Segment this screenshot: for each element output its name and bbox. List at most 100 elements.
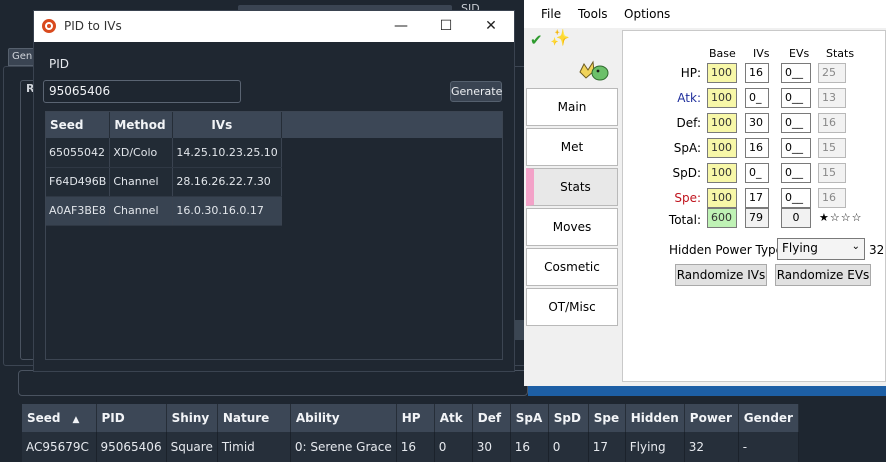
stat-label: Atk: — [677, 91, 701, 105]
ev-input-def[interactable]: 0__ — [781, 113, 811, 133]
header-ivs: IVs — [753, 47, 770, 60]
tab-ot-misc[interactable]: OT/Misc — [526, 288, 618, 326]
header-fill — [262, 112, 502, 138]
hidden-power-value: Flying — [782, 241, 818, 255]
stat-label: SpD: — [672, 166, 701, 180]
result-row-selected[interactable]: A0AF3BE8 Channel 16.0.30.16.0.17 — [46, 196, 282, 226]
result-row[interactable]: F64D496B Channel 28.16.26.22.7.30 — [46, 167, 282, 197]
ev-input-hp[interactable]: 0__ — [781, 63, 811, 83]
cell-spe: 17 — [588, 432, 626, 462]
cell-seed: AC95679C — [22, 432, 97, 462]
base-stat-hp: 100 — [707, 63, 737, 83]
legal-check-icon[interactable]: ✔ — [530, 31, 543, 49]
hidden-power-label: Hidden Power Type: — [669, 243, 788, 257]
pokemon-sprite-icon — [579, 60, 609, 81]
window-titlebar[interactable]: PID to IVs — ☐ ✕ — [34, 11, 514, 42]
column-spe[interactable]: Spe — [588, 404, 626, 432]
column-gender[interactable]: Gender — [738, 404, 799, 432]
randomize-evs-button[interactable]: Randomize EVs — [775, 264, 871, 286]
maximize-button[interactable]: ☐ — [431, 15, 461, 37]
ev-input-spd[interactable]: 0__ — [781, 163, 811, 183]
column-ability[interactable]: Ability — [290, 404, 397, 432]
app-icon — [42, 19, 56, 33]
cell-atk: 0 — [434, 432, 473, 462]
pid-input[interactable]: 95065406 — [43, 80, 241, 103]
cell-gender: - — [738, 432, 799, 462]
base-stat-spe: 100 — [707, 188, 737, 208]
result-row[interactable]: 65055042 XD/Colo 14.25.10.23.25.10 — [46, 138, 282, 168]
close-button[interactable]: ✕ — [476, 15, 506, 37]
column-seed[interactable]: Seed — [46, 112, 111, 138]
ev-input-atk[interactable]: 0__ — [781, 88, 811, 108]
cell-power: 32 — [684, 432, 739, 462]
background-field[interactable] — [18, 370, 528, 396]
menu-tools[interactable]: Tools — [578, 7, 608, 21]
tab-stats[interactable]: Stats — [526, 168, 618, 206]
column-seed[interactable]: Seed ▲ — [22, 404, 97, 432]
grid-header-row: Seed ▲ PID Shiny Nature Ability HP Atk De… — [22, 404, 799, 432]
cell-hidden: Flying — [625, 432, 685, 462]
randomize-ivs-button[interactable]: Randomize IVs — [675, 264, 767, 286]
cell-hp: 16 — [396, 432, 435, 462]
column-spd[interactable]: SpD — [548, 404, 589, 432]
base-stat-spa: 100 — [707, 138, 737, 158]
grid-row[interactable]: AC95679C 95065406 Square Timid 0: Serene… — [22, 432, 799, 462]
hidden-power-select[interactable]: Flying ⌄ — [777, 238, 865, 260]
minimize-button[interactable]: — — [386, 15, 416, 37]
potential-rating-stars: ★☆☆☆ — [819, 211, 863, 224]
menu-options[interactable]: Options — [624, 7, 670, 21]
cell-spd: 0 — [548, 432, 589, 462]
tab-met[interactable]: Met — [526, 128, 618, 166]
cell-method: Channel — [109, 167, 174, 197]
cell-method: Channel — [109, 196, 174, 226]
column-nature[interactable]: Nature — [217, 404, 291, 432]
column-shiny[interactable]: Shiny — [166, 404, 218, 432]
iv-input-atk[interactable]: 0_ — [745, 88, 769, 108]
column-spa[interactable]: SpA — [510, 404, 549, 432]
iv-input-spa[interactable]: 16 — [745, 138, 769, 158]
tab-main[interactable]: Main — [526, 88, 618, 126]
menu-bar: File Tools Options — [524, 0, 886, 28]
column-def[interactable]: Def — [472, 404, 511, 432]
column-hidden[interactable]: Hidden — [625, 404, 685, 432]
cell-seed: A0AF3BE8 — [46, 196, 111, 226]
menu-file[interactable]: File — [541, 7, 561, 21]
header-evs: EVs — [789, 47, 810, 60]
cell-spa: 16 — [510, 432, 549, 462]
iv-input-spe[interactable]: 17 — [745, 188, 769, 208]
stat-label: HP: — [680, 66, 701, 80]
results-header-row: Seed Method IVs — [46, 112, 282, 138]
ev-input-spa[interactable]: 0__ — [781, 138, 811, 158]
cell-method: XD/Colo — [109, 138, 174, 168]
seed-results-table: Seed Method IVs 65055042 XD/Colo 14.25.1… — [46, 112, 282, 226]
iv-input-hp[interactable]: 16 — [745, 63, 769, 83]
window-title: PID to IVs — [64, 19, 122, 33]
column-atk[interactable]: Atk — [434, 404, 473, 432]
base-stat-atk: 100 — [707, 88, 737, 108]
generate-button[interactable]: Generate — [450, 81, 502, 102]
stat-label: SpA: — [673, 141, 701, 155]
tab-cosmetic[interactable]: Cosmetic — [526, 248, 618, 286]
ev-input-spe[interactable]: 0__ — [781, 188, 811, 208]
column-hp[interactable]: HP — [396, 404, 435, 432]
pid-to-ivs-window: PID to IVs — ☐ ✕ PID 95065406 Generate S… — [33, 10, 515, 372]
stat-value-hp: 25 — [818, 63, 846, 83]
tab-moves[interactable]: Moves — [526, 208, 618, 246]
cell-ivs: 14.25.10.23.25.10 — [172, 138, 282, 168]
cell-ivs: 28.16.26.22.7.30 — [172, 167, 282, 197]
base-stat-total: 600 — [707, 208, 737, 228]
column-ivs[interactable]: IVs — [172, 112, 282, 138]
cell-ability: 0: Serene Grace — [290, 432, 397, 462]
stat-label: Def: — [676, 116, 701, 130]
stats-panel: Base IVs EVs Stats HP: 100 16 0__ 25 Atk… — [622, 30, 886, 382]
iv-input-spd[interactable]: 0_ — [745, 163, 769, 183]
cell-seed: 65055042 — [46, 138, 111, 168]
column-pid[interactable]: PID — [96, 404, 167, 432]
background-progress-bar — [528, 386, 886, 396]
column-method[interactable]: Method — [109, 112, 174, 138]
stat-value-spd: 15 — [818, 163, 846, 183]
ev-total: 0 — [781, 208, 811, 228]
shiny-sparkle-icon[interactable]: ✨ — [550, 28, 570, 47]
column-power[interactable]: Power — [684, 404, 739, 432]
iv-input-def[interactable]: 30 — [745, 113, 769, 133]
